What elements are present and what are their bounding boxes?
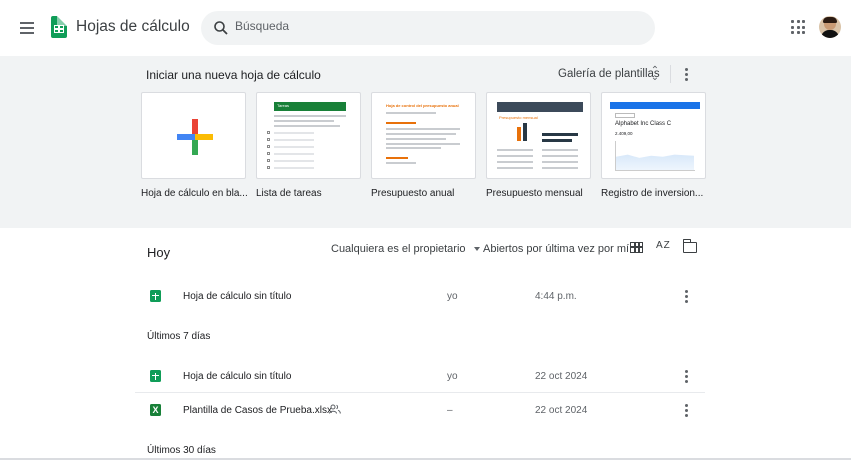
excel-file-icon: X — [150, 404, 161, 416]
file-name: Plantilla de Casos de Prueba.xlsx — [183, 405, 332, 416]
owner-filter-label: Cualquiera es el propietario — [331, 243, 466, 255]
template-thumbnail[interactable]: Hoja de control del presupuesto anual — [371, 92, 476, 179]
sheets-logo-icon[interactable] — [51, 16, 67, 38]
template-thumbnail[interactable]: Alphabet Inc Class C 2.409,00 — [601, 92, 706, 179]
more-vert-icon[interactable] — [682, 403, 690, 417]
folder-picker-icon[interactable] — [682, 239, 697, 253]
app-title[interactable]: Hojas de cálculo — [76, 18, 190, 36]
search-bar[interactable] — [201, 11, 655, 45]
dropdown-caret-icon — [473, 247, 480, 251]
grid-view-icon[interactable] — [630, 242, 643, 253]
file-row[interactable]: X Plantilla de Casos de Prueba.xlsx – 22… — [135, 395, 705, 425]
thumb-title: Alphabet Inc Class C — [615, 121, 672, 127]
template-label[interactable]: Registro de inversion... — [601, 188, 711, 199]
file-date: 22 oct 2024 — [535, 405, 588, 416]
more-vert-icon[interactable] — [682, 369, 690, 383]
search-icon[interactable] — [213, 20, 229, 36]
gallery-divider — [670, 65, 671, 83]
file-name: Hoja de cálculo sin título — [183, 371, 292, 382]
template-gallery: Iniciar una nueva hoja de cálculo Galerí… — [0, 56, 851, 228]
template-thumbnail[interactable]: Tareas — [256, 92, 361, 179]
sort-dropdown[interactable]: Abiertos por última vez por mí — [483, 243, 629, 255]
file-row[interactable]: Hoja de cálculo sin título yo 22 oct 202… — [135, 361, 705, 391]
template-label[interactable]: Hoja de cálculo en bla... — [141, 188, 251, 199]
template-todo-list[interactable]: Tareas Lista de tareas — [256, 92, 361, 199]
plus-icon-bar — [177, 134, 213, 140]
template-blank[interactable]: Hoja de cálculo en bla... — [141, 92, 248, 199]
search-input[interactable] — [235, 19, 615, 33]
file-row[interactable]: Hoja de cálculo sin título yo 4:44 p.m. — [135, 281, 705, 311]
thumb-header-bar — [610, 102, 700, 109]
file-name: Hoja de cálculo sin título — [183, 291, 292, 302]
shared-people-icon — [329, 404, 341, 414]
owner-filter-dropdown[interactable]: Cualquiera es el propietario — [331, 243, 480, 255]
main-menu-icon[interactable] — [18, 18, 38, 38]
app-header: Hojas de cálculo — [0, 0, 851, 56]
template-label[interactable]: Presupuesto mensual — [486, 188, 596, 199]
sort-az-icon[interactable]: AZ — [656, 240, 671, 251]
gallery-title: Iniciar una nueva hoja de cálculo — [146, 68, 321, 82]
more-vert-icon[interactable] — [682, 289, 690, 303]
template-monthly-budget[interactable]: Presupuesto mensual Presupuesto mensual — [486, 92, 591, 199]
file-date: 4:44 p.m. — [535, 291, 577, 302]
file-date: 22 oct 2024 — [535, 371, 588, 382]
template-investment-tracker[interactable]: Alphabet Inc Class C 2.409,00 Registro d… — [601, 92, 706, 199]
thumb-title: Presupuesto mensual — [499, 115, 538, 120]
sheets-file-icon — [150, 290, 161, 302]
file-owner: – — [447, 405, 453, 416]
file-owner: yo — [447, 371, 458, 382]
row-divider — [135, 392, 705, 393]
thumb-value: 2.409,00 — [615, 131, 633, 136]
file-owner: yo — [447, 291, 458, 302]
template-label[interactable]: Presupuesto anual — [371, 188, 481, 199]
template-annual-budget[interactable]: Hoja de control del presupuesto anual Pr… — [371, 92, 476, 199]
thumb-title: Hoja de control del presupuesto anual — [386, 103, 459, 108]
sheets-file-icon — [150, 370, 161, 382]
avatar[interactable] — [819, 16, 841, 38]
more-vert-icon[interactable] — [682, 66, 690, 82]
template-thumbnail[interactable] — [141, 92, 246, 179]
section-label: Últimos 7 días — [147, 331, 211, 342]
apps-grid-icon[interactable] — [791, 20, 805, 34]
unfold-icon[interactable]: ⌃ ⌄ — [650, 66, 660, 83]
thumb-header-bar — [497, 102, 583, 112]
thumb-title: Tareas — [277, 103, 290, 108]
section-title: Hoy — [147, 245, 171, 260]
template-gallery-button[interactable]: Galería de plantillas — [558, 68, 660, 80]
template-thumbnail[interactable]: Presupuesto mensual — [486, 92, 591, 179]
section-label: Últimos 30 días — [147, 445, 216, 456]
template-label[interactable]: Lista de tareas — [256, 188, 366, 199]
